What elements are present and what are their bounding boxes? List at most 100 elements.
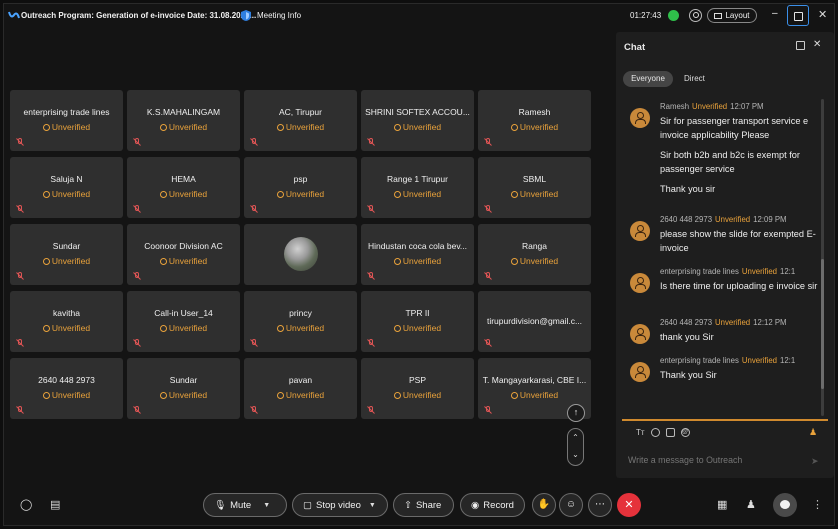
message-meta: 2640 448 2973 Unverified 12:12 PM [660,318,787,327]
send-icon[interactable]: ➤ [811,456,819,467]
mic-muted-icon [367,205,375,213]
mic-muted-icon [16,339,24,347]
message-meta: 2640 448 2973 Unverified 12:09 PM [660,215,787,224]
layout-button[interactable]: Layout [707,8,757,23]
title-bar: Outreach Program: Generation of e-invoic… [4,4,836,28]
scroll-to-top-icon[interactable]: ↑ [567,404,585,422]
participant-tile[interactable]: Saluja N Unverified [10,157,123,218]
participant-name: tirupurdivision@gmail.c... [486,316,583,326]
participant-tile[interactable]: Range 1 Tirupur Unverified [361,157,474,218]
participant-tile-avatar[interactable] [244,224,357,285]
page-up-icon[interactable]: ⌃ [568,429,583,446]
participant-tile[interactable]: Coonoor Division AC Unverified [127,224,240,285]
tab-direct[interactable]: Direct [684,71,705,87]
participant-tile[interactable]: Hindustan coca cola bev... Unverified [361,224,474,285]
mic-muted-icon [16,205,24,213]
message-text: please show the slide for exempted E-inv… [660,229,816,253]
scrollbar-thumb[interactable] [821,259,824,389]
participant-name: Hindustan coca cola bev... [367,241,468,251]
recipient-icon[interactable]: ♟ [809,427,818,437]
close-chat-icon[interactable]: ✕ [813,39,821,50]
participant-tile[interactable]: tirupurdivision@gmail.c... [478,291,591,352]
participant-name: Ramesh [518,107,551,117]
close-window-icon[interactable]: ✕ [818,8,827,21]
participant-tile[interactable]: Call-in User_14 Unverified [127,291,240,352]
participant-tile[interactable]: PSP Unverified [361,358,474,419]
meeting-title: Outreach Program: Generation of e-invoic… [21,11,257,20]
participant-tile[interactable]: SBML Unverified [478,157,591,218]
participant-name: T. Mangayarkarasi, CBE I... [482,375,587,385]
gif-icon[interactable] [665,427,675,437]
participant-name: AC, Tirupur [279,107,322,117]
participant-tile[interactable]: 2640 448 2973 Unverified [10,358,123,419]
mic-muted-icon [367,272,375,280]
verification-status: Unverified [244,323,357,333]
chat-toggle-icon[interactable] [773,493,797,517]
layout-label: Layout [725,11,750,20]
participant-tile[interactable]: Ranga Unverified [478,224,591,285]
record-button[interactable]: ◉ Record [460,493,525,517]
participant-tile[interactable]: Sundar Unverified [10,224,123,285]
clock-icon [276,191,284,198]
participant-tile[interactable]: pavan Unverified [244,358,357,419]
participant-tile[interactable]: psp Unverified [244,157,357,218]
participant-tile[interactable]: Ramesh Unverified [478,90,591,151]
layout-grid-icon [714,12,723,19]
activity-icon[interactable]: ◯ [20,498,32,511]
captions-icon[interactable]: ▤ [50,498,60,511]
verification-status: Unverified [127,256,240,266]
participant-tile[interactable]: kavitha Unverified [10,291,123,352]
message-text: thank you Sir [660,332,714,342]
more-options-icon[interactable]: ⋯ [588,493,612,517]
search-icon[interactable] [689,9,702,22]
reactions-icon[interactable]: ☺ [559,493,583,517]
format-text-icon[interactable]: Tт [636,428,645,437]
clock-icon [159,124,167,131]
participant-tile[interactable]: TPR II Unverified [361,291,474,352]
participant-tile[interactable]: K.S.MAHALINGAM Unverified [127,90,240,151]
clock-icon [393,392,401,399]
tab-everyone[interactable]: Everyone [623,71,673,87]
participant-name: Sundar [52,241,81,251]
mute-button[interactable]: 🎙 Mute ▼ [203,493,287,517]
verification-status: Unverified [361,323,474,333]
stop-video-label: Stop video [315,499,361,511]
mic-muted-icon [133,339,141,347]
meeting-info-button[interactable]: Meeting Info [257,11,301,20]
participant-name: pavan [288,375,313,385]
user-avatar-icon [630,362,650,382]
page-down-icon[interactable]: ⌄ [568,446,583,463]
chat-scrollbar[interactable] [821,99,824,416]
popout-icon[interactable] [796,41,805,50]
participant-tile[interactable]: princy Unverified [244,291,357,352]
mic-muted-icon [133,406,141,414]
mic-muted-icon [16,138,24,146]
clock-icon [393,191,401,198]
minimize-icon[interactable]: – [772,8,782,22]
mention-icon[interactable]: @ [680,427,690,437]
participants-icon[interactable]: ♟ [746,498,756,511]
page-navigator[interactable]: ⌃ ⌄ [567,428,584,466]
message-input[interactable] [628,455,808,465]
maximize-icon[interactable] [787,5,809,26]
raise-hand-icon[interactable]: ✋ [532,493,556,517]
end-call-button[interactable]: ✕ [617,493,641,517]
participant-tile[interactable]: AC, Tirupur Unverified [244,90,357,151]
apps-icon[interactable]: ▦ [717,498,727,511]
mic-muted-icon [367,138,375,146]
participant-tile[interactable]: HEMA Unverified [127,157,240,218]
chevron-down-icon[interactable]: ▼ [369,502,376,509]
chevron-down-icon[interactable]: ▼ [263,502,270,509]
verification-status: Unverified [244,390,357,400]
participant-tile[interactable]: enterprising trade lines Unverified [10,90,123,151]
stop-video-button[interactable]: ▢ Stop video ▼ [292,493,388,517]
share-button[interactable]: ⇧ Share [393,493,454,517]
emoji-icon[interactable] [650,427,660,437]
more-options-icon[interactable]: ⋮ [812,498,823,511]
clock-icon [159,191,167,198]
mute-label: Mute [230,499,252,511]
shield-icon[interactable] [240,9,252,22]
message-meta: enterprising trade lines Unverified 12:1 [660,267,796,276]
participant-tile[interactable]: Sundar Unverified [127,358,240,419]
participant-tile[interactable]: SHRINI SOFTEX ACCOU... Unverified [361,90,474,151]
